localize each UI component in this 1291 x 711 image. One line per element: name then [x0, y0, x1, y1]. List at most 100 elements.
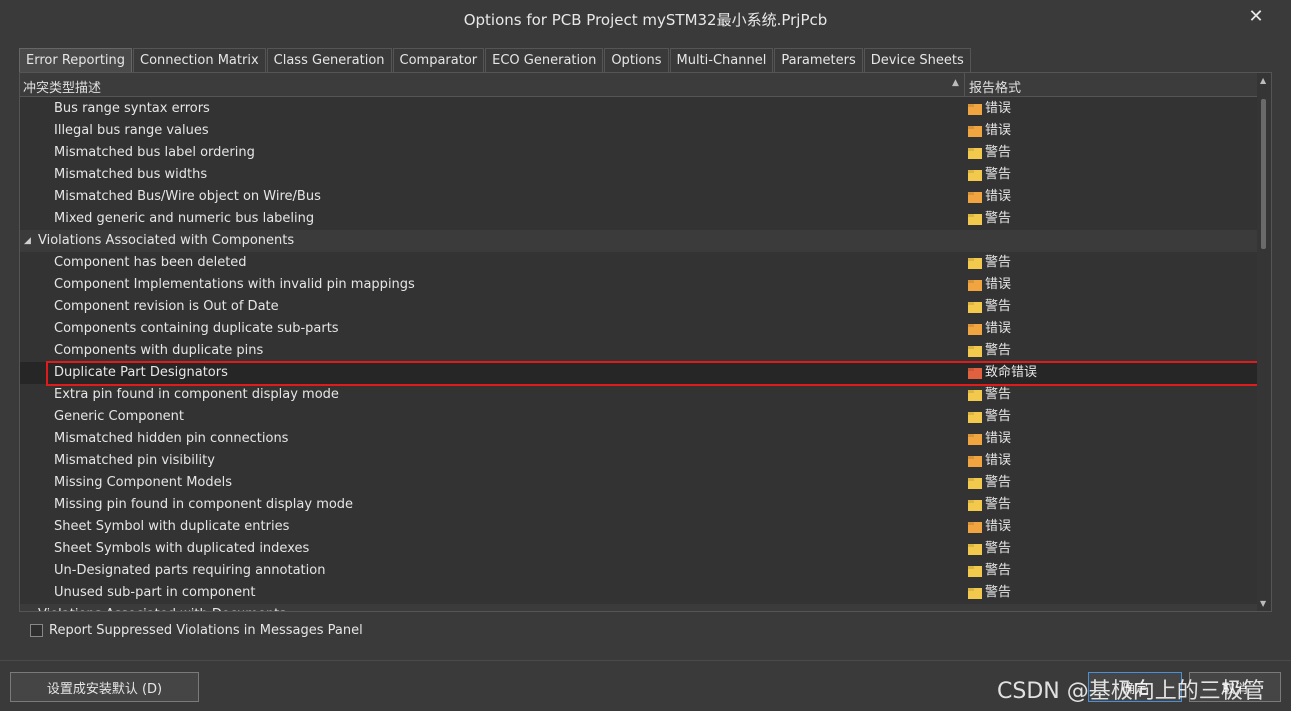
folder-icon — [968, 588, 982, 599]
report-format-cell[interactable]: 错误 — [968, 428, 1011, 450]
report-format-cell[interactable]: 警告 — [968, 582, 1011, 604]
table-row[interactable]: Missing pin found in component display m… — [20, 494, 1258, 516]
set-install-default-button[interactable]: 设置成安装默认 (D) — [10, 672, 199, 702]
window-title: Options for PCB Project mySTM32最小系统.PrjP… — [463, 10, 828, 29]
table-row[interactable]: Illegal bus range values 错误 — [20, 120, 1258, 142]
table-row[interactable]: Sheet Symbol with duplicate entries 错误 — [20, 516, 1258, 538]
group-row[interactable]: ◢ Violations Associated with Components — [20, 230, 1258, 252]
table-row[interactable]: Extra pin found in component display mod… — [20, 384, 1258, 406]
report-suppressed-option[interactable]: Report Suppressed Violations in Messages… — [30, 623, 363, 638]
table-row[interactable]: Generic Component 警告 — [20, 406, 1258, 428]
tab-device-sheets[interactable]: Device Sheets — [863, 48, 971, 73]
table-row[interactable]: Components containing duplicate sub-part… — [20, 318, 1258, 340]
folder-icon — [968, 148, 982, 159]
violation-description: Mismatched pin visibility — [54, 453, 215, 468]
folder-icon — [968, 258, 982, 269]
violation-description: Component revision is Out of Date — [54, 299, 279, 314]
table-row[interactable]: Components with duplicate pins 警告 — [20, 340, 1258, 362]
table-row[interactable]: Component has been deleted 警告 — [20, 252, 1258, 274]
vertical-scrollbar[interactable]: ▲ ▼ — [1257, 73, 1271, 611]
report-format-cell[interactable]: 警告 — [968, 340, 1011, 362]
table-row[interactable]: Missing Component Models 警告 — [20, 472, 1258, 494]
report-format-cell[interactable]: 警告 — [968, 384, 1011, 406]
report-format-cell[interactable]: 警告 — [968, 164, 1011, 186]
folder-icon — [968, 192, 982, 203]
tab-options[interactable]: Options — [604, 48, 669, 73]
column-divider[interactable] — [964, 73, 965, 97]
tab-eco-generation[interactable]: ECO Generation — [485, 48, 604, 73]
report-format-cell[interactable]: 警告 — [968, 472, 1011, 494]
report-format-cell[interactable]: 错误 — [968, 318, 1011, 340]
tab-multi-channel[interactable]: Multi-Channel — [669, 48, 774, 73]
table-row[interactable]: Component revision is Out of Date 警告 — [20, 296, 1258, 318]
report-format-cell[interactable]: 警告 — [968, 142, 1011, 164]
report-format-label: 错误 — [985, 453, 1012, 468]
tab-error-reporting[interactable]: Error Reporting — [19, 48, 133, 73]
violation-description: Generic Component — [54, 409, 185, 424]
tab-bar: Error Reporting Connection Matrix Class Ge… — [19, 48, 972, 73]
report-format-cell[interactable]: 错误 — [968, 120, 1011, 142]
folder-icon — [968, 434, 982, 445]
column-header-format[interactable]: 报告格式 — [969, 77, 1021, 96]
table-row[interactable]: Mismatched hidden pin connections 错误 — [20, 428, 1258, 450]
violation-description: Component has been deleted — [54, 255, 247, 270]
column-header-description[interactable]: 冲突类型描述 — [23, 77, 101, 96]
report-format-label: 错误 — [985, 431, 1012, 446]
report-format-cell[interactable]: 错误 — [968, 274, 1011, 296]
sort-ascending-icon: ▲ — [952, 78, 959, 88]
folder-icon — [968, 544, 982, 555]
scroll-up-icon[interactable]: ▲ — [1260, 76, 1266, 85]
report-format-cell[interactable]: 警告 — [968, 494, 1011, 516]
table-row[interactable]: Mismatched bus label ordering 警告 — [20, 142, 1258, 164]
report-format-label: 警告 — [985, 167, 1012, 182]
tab-class-generation[interactable]: Class Generation — [266, 48, 392, 73]
table-row[interactable]: Un-Designated parts requiring annotation… — [20, 560, 1258, 582]
report-format-cell[interactable]: 警告 — [968, 208, 1011, 230]
violation-description: Sheet Symbols with duplicated indexes — [54, 541, 310, 556]
group-row[interactable]: ◢ Violations Associated with Documents — [20, 604, 1258, 611]
tab-parameters[interactable]: Parameters — [774, 48, 863, 73]
violation-description: Components containing duplicate sub-part… — [54, 321, 339, 336]
violation-description: Duplicate Part Designators — [54, 365, 228, 380]
report-format-cell[interactable]: 错误 — [968, 450, 1011, 472]
scroll-thumb[interactable] — [1261, 99, 1266, 249]
violations-list: Bus range syntax errors 错误 Illegal bus ran… — [20, 98, 1258, 611]
report-format-label: 致命错误 — [985, 365, 1038, 380]
footer-divider — [0, 660, 1291, 661]
report-format-cell[interactable]: 错误 — [968, 186, 1011, 208]
tab-comparator[interactable]: Comparator — [392, 48, 485, 73]
report-format-cell[interactable]: 错误 — [968, 516, 1011, 538]
report-format-cell[interactable]: 警告 — [968, 560, 1011, 582]
tab-connection-matrix[interactable]: Connection Matrix — [133, 48, 266, 73]
report-format-cell[interactable]: 错误 — [968, 98, 1011, 120]
folder-icon — [968, 170, 982, 181]
violation-description: Extra pin found in component display mod… — [54, 387, 339, 402]
folder-icon — [968, 522, 982, 533]
table-row[interactable]: Unused sub-part in component 警告 — [20, 582, 1258, 604]
collapse-arrow-icon[interactable]: ◢ — [24, 604, 31, 611]
close-icon[interactable]: ✕ — [1245, 6, 1267, 28]
cancel-button[interactable]: 取消 — [1189, 672, 1281, 702]
violation-description: Bus range syntax errors — [54, 101, 210, 116]
table-row[interactable]: Mismatched bus widths 警告 — [20, 164, 1258, 186]
violation-description: Mismatched Bus/Wire object on Wire/Bus — [54, 189, 321, 204]
table-row[interactable]: Component Implementations with invalid p… — [20, 274, 1258, 296]
table-row[interactable]: Mismatched pin visibility 错误 — [20, 450, 1258, 472]
collapse-arrow-icon[interactable]: ◢ — [24, 230, 31, 252]
report-format-cell[interactable]: 警告 — [968, 252, 1011, 274]
report-format-cell[interactable]: 警告 — [968, 538, 1011, 560]
report-format-cell[interactable]: 致命错误 — [968, 362, 1037, 384]
report-format-cell[interactable]: 警告 — [968, 296, 1011, 318]
table-row[interactable]: Mismatched Bus/Wire object on Wire/Bus 错误 — [20, 186, 1258, 208]
table-row[interactable]: Duplicate Part Designators 致命错误 — [20, 362, 1258, 384]
report-format-label: 错误 — [985, 101, 1012, 116]
table-row[interactable]: Mixed generic and numeric bus labeling 警告 — [20, 208, 1258, 230]
table-row[interactable]: Sheet Symbols with duplicated indexes 警告 — [20, 538, 1258, 560]
report-format-label: 警告 — [985, 475, 1012, 490]
folder-icon — [968, 566, 982, 577]
report-format-cell[interactable]: 警告 — [968, 406, 1011, 428]
report-suppressed-checkbox[interactable] — [30, 624, 43, 637]
scroll-down-icon[interactable]: ▼ — [1260, 599, 1266, 608]
ok-button[interactable]: 确定 — [1088, 672, 1182, 702]
table-row[interactable]: Bus range syntax errors 错误 — [20, 98, 1258, 120]
